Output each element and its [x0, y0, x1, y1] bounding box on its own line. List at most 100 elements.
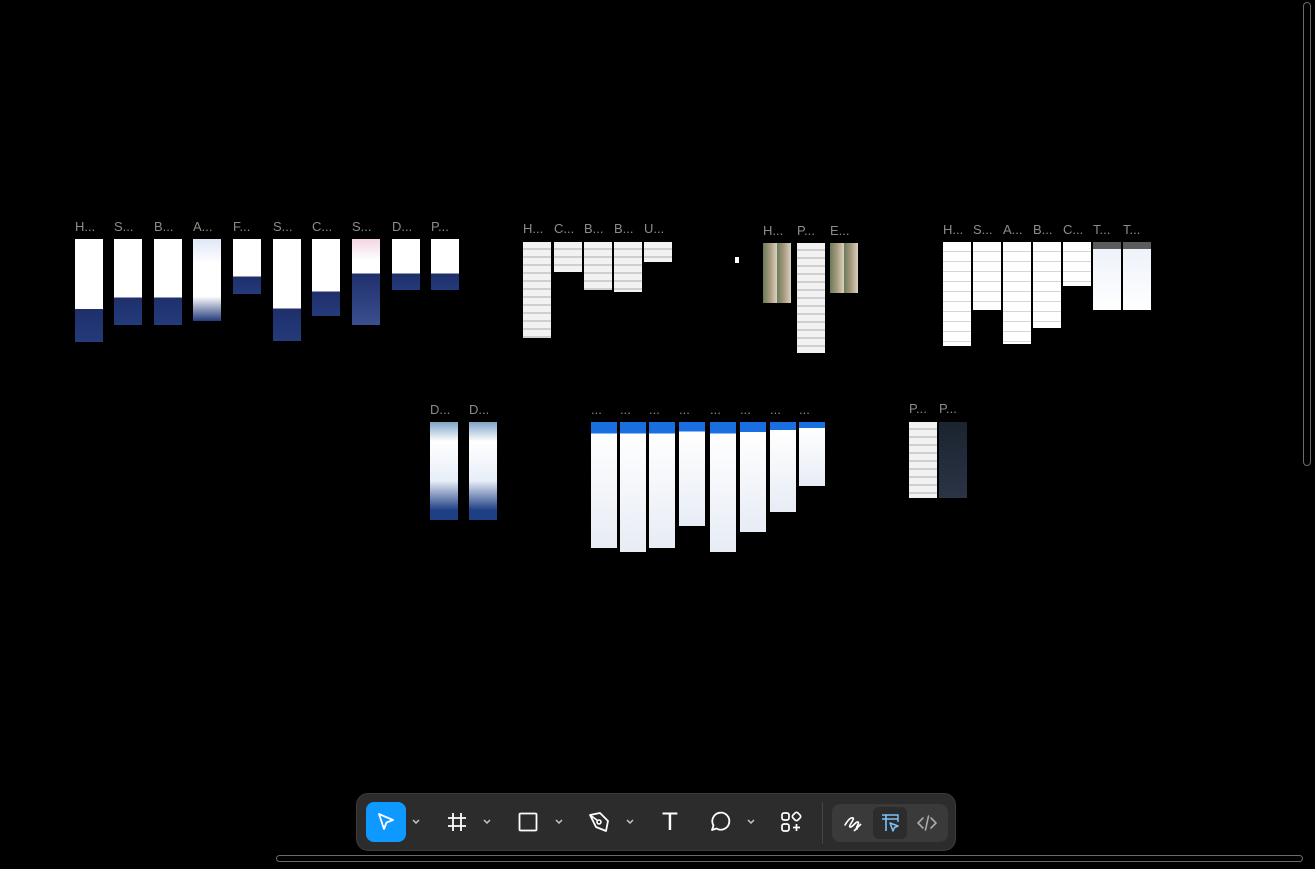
frame-thumbnail[interactable] [75, 239, 103, 342]
frame-label[interactable]: S... [273, 220, 293, 234]
move-tool-button[interactable] [366, 802, 406, 842]
frame-thumbnail[interactable] [644, 242, 672, 262]
frame-label[interactable]: B... [614, 222, 634, 236]
draw-mode-button[interactable] [836, 807, 870, 839]
design-mode-icon [882, 814, 899, 832]
move-pointer-icon [378, 813, 394, 830]
text-icon: T [662, 808, 678, 836]
frame-tool-button[interactable] [437, 802, 477, 842]
frame-label[interactable]: ... [799, 403, 810, 417]
frame-thumbnail[interactable] [431, 239, 459, 290]
frame-thumbnail[interactable] [797, 243, 825, 353]
frame-label[interactable]: ... [740, 403, 751, 417]
frame-label[interactable]: T... [1123, 223, 1140, 237]
frame-tool-dropdown[interactable] [481, 814, 493, 830]
design-canvas[interactable]: H... S... B... A... F... S... C... S... D... P...… [0, 0, 1315, 869]
frame-label[interactable]: P... [797, 224, 815, 238]
frame-thumbnail[interactable] [154, 239, 182, 325]
frame-label[interactable]: B... [584, 222, 604, 236]
frame-label[interactable]: ... [649, 403, 660, 417]
frame-thumbnail[interactable] [649, 422, 675, 548]
frame-label[interactable]: A... [193, 220, 213, 234]
horizontal-scrollbar[interactable] [276, 855, 1303, 862]
stray-canvas-element[interactable] [735, 257, 739, 263]
frame-thumbnail[interactable] [114, 239, 142, 325]
frame-label[interactable]: P... [939, 402, 957, 416]
frame-thumbnail[interactable] [620, 422, 646, 552]
frame-label[interactable]: E... [830, 224, 850, 238]
frame-label[interactable]: B... [1033, 223, 1053, 237]
pen-tool-button[interactable] [579, 802, 619, 842]
frame-label[interactable]: D... [392, 220, 412, 234]
frame-label[interactable]: ... [591, 403, 602, 417]
frame-label[interactable]: H... [763, 224, 783, 238]
shape-tool-dropdown[interactable] [553, 814, 565, 830]
frame-thumbnail[interactable] [469, 422, 497, 520]
frame-label[interactable]: C... [554, 222, 574, 236]
actions-grid-icon [781, 811, 802, 832]
frame-thumbnail[interactable] [909, 422, 937, 498]
frame-label[interactable]: ... [620, 403, 631, 417]
frame-thumbnail[interactable] [1003, 242, 1031, 344]
frame-label[interactable]: ... [770, 403, 781, 417]
frame-thumbnail[interactable] [710, 422, 736, 552]
frame-thumbnail[interactable] [584, 242, 612, 290]
frame-label[interactable]: H... [75, 220, 95, 234]
pen-tool-icon [589, 812, 609, 832]
frame-thumbnail[interactable] [554, 242, 582, 272]
frame-thumbnail[interactable] [1123, 242, 1151, 310]
frame-label[interactable]: ... [710, 403, 721, 417]
frame-thumbnail[interactable] [523, 242, 551, 338]
frame-label[interactable]: T... [1093, 223, 1110, 237]
frame-label[interactable]: P... [909, 402, 927, 416]
frame-label[interactable]: S... [352, 220, 372, 234]
frame-thumbnail[interactable] [392, 239, 420, 290]
frame-thumbnail[interactable] [1063, 242, 1091, 286]
frame-thumbnail[interactable] [591, 422, 617, 548]
frame-thumbnail[interactable] [352, 239, 380, 325]
frame-label[interactable]: C... [1063, 223, 1083, 237]
frame-thumbnail[interactable] [1033, 242, 1061, 328]
comment-tool-button[interactable] [700, 802, 740, 842]
frame-label[interactable]: H... [523, 222, 543, 236]
frame-thumbnail[interactable] [799, 422, 825, 486]
actions-button[interactable] [771, 802, 811, 842]
comment-tool-dropdown[interactable] [745, 814, 757, 830]
frame-thumbnail[interactable] [770, 422, 796, 512]
frame-thumbnail[interactable] [614, 242, 642, 292]
dev-mode-button[interactable] [910, 807, 944, 839]
frame-label[interactable]: F... [233, 220, 250, 234]
frame-thumbnail[interactable] [233, 239, 261, 294]
frame-label[interactable]: D... [430, 403, 450, 417]
frame-thumbnail[interactable] [1093, 242, 1121, 310]
frame-label[interactable]: A... [1003, 223, 1023, 237]
move-tool-dropdown[interactable] [410, 814, 422, 830]
frame-label[interactable]: U... [644, 222, 664, 236]
frame-thumbnail[interactable] [273, 239, 301, 341]
frame-label[interactable]: P... [431, 220, 449, 234]
frame-thumbnail[interactable] [830, 243, 858, 293]
frame-thumbnail[interactable] [312, 239, 340, 316]
frame-thumbnail[interactable] [193, 239, 221, 321]
pen-tool-dropdown[interactable] [624, 814, 636, 830]
text-tool-button[interactable]: T [650, 802, 690, 842]
toolbar-separator [822, 802, 823, 844]
frame-label[interactable]: B... [154, 220, 174, 234]
frame-thumbnail[interactable] [939, 422, 967, 498]
shape-tool-button[interactable] [508, 802, 548, 842]
frame-label[interactable]: S... [973, 223, 993, 237]
frame-label[interactable]: H... [943, 223, 963, 237]
frame-thumbnail[interactable] [763, 243, 791, 303]
frame-thumbnail[interactable] [740, 422, 766, 532]
vertical-scrollbar[interactable] [1303, 2, 1311, 466]
frame-label[interactable]: S... [114, 220, 134, 234]
mode-switcher [832, 804, 948, 842]
frame-thumbnail[interactable] [430, 422, 458, 520]
frame-label[interactable]: D... [469, 403, 489, 417]
frame-label[interactable]: C... [312, 220, 332, 234]
frame-thumbnail[interactable] [943, 242, 971, 346]
frame-thumbnail[interactable] [679, 422, 705, 526]
frame-label[interactable]: ... [679, 403, 690, 417]
frame-thumbnail[interactable] [973, 242, 1001, 310]
design-mode-button[interactable] [873, 807, 907, 839]
